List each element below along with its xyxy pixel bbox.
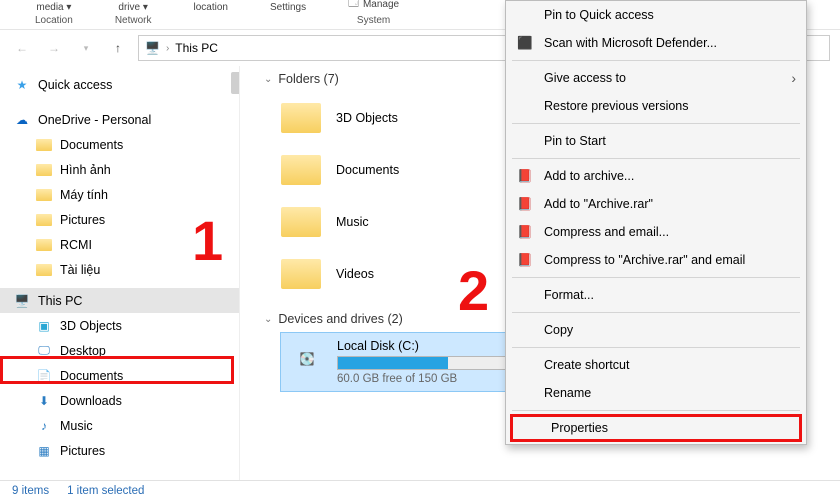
tree-item[interactable]: Hình ảnh bbox=[0, 157, 239, 182]
separator bbox=[512, 277, 800, 278]
tree-item[interactable]: ▣3D Objects bbox=[0, 313, 239, 338]
separator bbox=[512, 123, 800, 124]
folder-icon bbox=[36, 162, 52, 178]
documents-folder-icon bbox=[280, 149, 322, 191]
address-text: This PC bbox=[175, 41, 218, 55]
tree-item[interactable]: Documents bbox=[0, 132, 239, 157]
pictures-icon: ▦ bbox=[36, 443, 52, 459]
chevron-down-icon: ⌄ bbox=[264, 314, 272, 325]
chevron-down-icon: ⌄ bbox=[264, 74, 272, 85]
ctx-format[interactable]: Format... bbox=[506, 281, 806, 309]
chevron-right-icon: › bbox=[166, 43, 169, 54]
status-selection: 1 item selected bbox=[67, 485, 144, 497]
videos-folder-icon bbox=[280, 253, 322, 295]
ctx-pin-quick-access[interactable]: Pin to Quick access bbox=[506, 1, 806, 29]
winrar-icon: 📕 bbox=[516, 251, 534, 269]
scrollbar-thumb[interactable] bbox=[231, 72, 240, 94]
ribbon-group-network[interactable]: drive ▾ Network bbox=[115, 2, 152, 29]
status-bar: 9 items 1 item selected bbox=[0, 480, 840, 500]
nav-forward-button[interactable]: → bbox=[42, 36, 66, 60]
ctx-give-access[interactable]: Give access to bbox=[506, 64, 806, 92]
ctx-add-archive[interactable]: 📕Add to archive... bbox=[506, 162, 806, 190]
music-folder-icon bbox=[280, 201, 322, 243]
nav-up-button[interactable]: ↑ bbox=[106, 36, 130, 60]
cloud-icon: ☁ bbox=[14, 112, 30, 128]
folder-icon bbox=[36, 237, 52, 253]
shield-icon: ⬛ bbox=[516, 34, 534, 52]
separator bbox=[512, 312, 800, 313]
ctx-scan-defender[interactable]: ⬛Scan with Microsoft Defender... bbox=[506, 29, 806, 57]
winrar-icon: 📕 bbox=[516, 223, 534, 241]
downloads-icon: ⬇ bbox=[36, 393, 52, 409]
folder-icon bbox=[36, 137, 52, 153]
tree-item[interactable]: ▦Pictures bbox=[0, 438, 239, 463]
ctx-copy[interactable]: Copy bbox=[506, 316, 806, 344]
folder-icon bbox=[36, 262, 52, 278]
separator bbox=[512, 60, 800, 61]
ribbon-group-location[interactable]: media ▾ Location bbox=[35, 2, 73, 29]
separator bbox=[512, 347, 800, 348]
music-icon: ♪ bbox=[36, 418, 52, 434]
ribbon-drive-drop[interactable]: drive ▾ bbox=[118, 2, 147, 13]
tree-this-pc[interactable]: 🖥️ This PC bbox=[0, 288, 239, 313]
separator bbox=[512, 410, 800, 411]
separator bbox=[512, 158, 800, 159]
tree-item[interactable]: ♪Music bbox=[0, 413, 239, 438]
annotation-number-1: 1 bbox=[192, 208, 223, 273]
status-item-count: 9 items bbox=[12, 485, 49, 497]
ribbon-location-btn[interactable]: location bbox=[194, 2, 228, 29]
usage-bar bbox=[337, 356, 523, 370]
ctx-compress-email[interactable]: 📕Compress and email... bbox=[506, 218, 806, 246]
tree-item[interactable]: Máy tính bbox=[0, 182, 239, 207]
winrar-icon: 📕 bbox=[516, 167, 534, 185]
annotation-box-1 bbox=[0, 356, 234, 384]
object3d-icon: ▣ bbox=[36, 318, 52, 334]
context-menu: Pin to Quick access ⬛Scan with Microsoft… bbox=[505, 0, 807, 445]
tree-quick-access[interactable]: ★ Quick access bbox=[0, 72, 239, 97]
object3d-folder-icon bbox=[280, 97, 322, 139]
nav-back-button[interactable]: ← bbox=[10, 36, 34, 60]
thispc-icon: 🖥️ bbox=[145, 41, 160, 55]
ctx-pin-start[interactable]: Pin to Start bbox=[506, 127, 806, 155]
folder-icon bbox=[36, 187, 52, 203]
tree-onedrive[interactable]: ☁ OneDrive - Personal bbox=[0, 107, 239, 132]
drive-item-c[interactable]: 💽 Local Disk (C:) 60.0 GB free of 150 GB bbox=[280, 332, 530, 392]
star-icon: ★ bbox=[14, 77, 30, 93]
ribbon-group-system[interactable]: 🗔Manage System bbox=[348, 0, 399, 29]
tree-item[interactable]: ⬇Downloads bbox=[0, 388, 239, 413]
ctx-rename[interactable]: Rename bbox=[506, 379, 806, 407]
ribbon-media-drop[interactable]: media ▾ bbox=[36, 2, 71, 13]
ctx-create-shortcut[interactable]: Create shortcut bbox=[506, 351, 806, 379]
annotation-number-2: 2 bbox=[458, 258, 489, 323]
folder-icon bbox=[36, 212, 52, 228]
ctx-properties[interactable]: Properties bbox=[510, 414, 802, 442]
ctx-add-archive-rar[interactable]: 📕Add to "Archive.rar" bbox=[506, 190, 806, 218]
manage-icon: 🗔 bbox=[348, 0, 359, 13]
nav-tree: ★ Quick access ☁ OneDrive - Personal Doc… bbox=[0, 66, 240, 480]
thispc-icon: 🖥️ bbox=[14, 293, 30, 309]
ctx-compress-rar-email[interactable]: 📕Compress to "Archive.rar" and email bbox=[506, 246, 806, 274]
winrar-icon: 📕 bbox=[516, 195, 534, 213]
ctx-restore-versions[interactable]: Restore previous versions bbox=[506, 92, 806, 120]
nav-history-button[interactable]: ▾ bbox=[74, 36, 98, 60]
ribbon-settings-btn[interactable]: Settings bbox=[270, 2, 306, 29]
drive-icon: 💽 bbox=[287, 343, 327, 375]
